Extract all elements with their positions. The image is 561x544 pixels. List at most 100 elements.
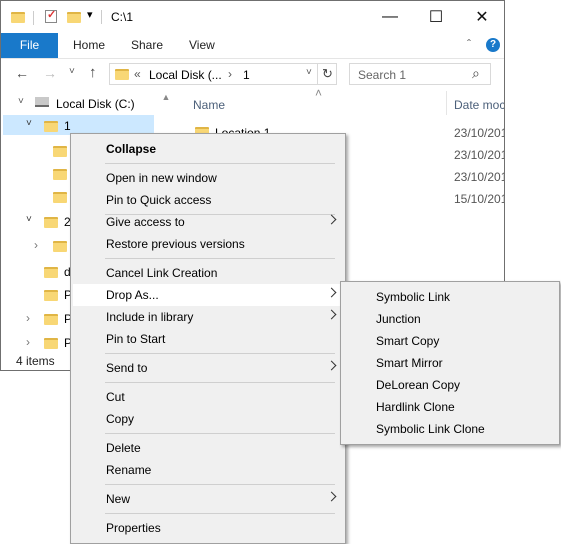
menu-item-send-to[interactable]: Send to: [73, 357, 343, 379]
submenu-item-symbolic-link[interactable]: Symbolic Link: [343, 286, 557, 308]
chevron-right-icon[interactable]: ›: [26, 311, 30, 325]
chevron-right-icon: [326, 360, 337, 371]
folder-icon: [44, 290, 58, 301]
folder-icon: [53, 146, 67, 157]
close-button[interactable]: ✕: [459, 1, 504, 33]
navigation-bar: ← → ˅ ↑ « Local Disk (... › 1 ˅ ↻ Search…: [1, 59, 504, 89]
chevron-right-icon: [326, 309, 337, 320]
menu-item-cancel-link-creation[interactable]: Cancel Link Creation: [73, 262, 343, 284]
menu-separator: [105, 382, 335, 383]
back-button[interactable]: ←: [15, 65, 29, 81]
menu-item-restore-versions[interactable]: Restore previous versions: [73, 233, 343, 255]
tab-share[interactable]: Share: [131, 33, 163, 58]
chevron-right-icon: [326, 214, 337, 225]
divider: [101, 10, 102, 24]
expand-icon[interactable]: ˅: [18, 96, 24, 107]
recent-locations-button[interactable]: ˅: [69, 66, 75, 77]
column-header-name[interactable]: Name: [193, 98, 225, 112]
menu-item-pin-start[interactable]: Pin to Start: [73, 328, 343, 350]
tree-item-1[interactable]: 1: [64, 119, 71, 133]
menu-separator: [105, 163, 335, 164]
tab-home[interactable]: Home: [73, 33, 105, 58]
menu-separator: [105, 433, 335, 434]
expand-icon[interactable]: ˅: [26, 118, 32, 129]
menu-item-rename[interactable]: Rename: [73, 459, 343, 481]
menu-item-collapse[interactable]: Collapse: [73, 138, 343, 160]
menu-item-cut[interactable]: Cut: [73, 386, 343, 408]
submenu-item-delorean-copy[interactable]: DeLorean Copy: [343, 374, 557, 396]
customize-toolbar-icon[interactable]: ▾: [87, 8, 93, 21]
folder-icon: [44, 338, 58, 349]
menu-item-include-library[interactable]: Include in library: [73, 306, 343, 328]
tab-file[interactable]: File: [1, 33, 58, 58]
folder-icon: [44, 314, 58, 325]
address-bar[interactable]: « Local Disk (... › 1 ˅ ↻: [109, 63, 337, 85]
submenu-item-symbolic-link-clone[interactable]: Symbolic Link Clone: [343, 418, 557, 440]
sort-ascending-icon: ˄: [315, 86, 323, 100]
window-title: C:\1: [111, 10, 134, 24]
address-part[interactable]: 1: [243, 68, 250, 82]
file-date: 15/10/201: [454, 192, 505, 206]
tab-view[interactable]: View: [189, 33, 215, 58]
drop-as-submenu: Symbolic Link Junction Smart Copy Smart …: [340, 281, 560, 445]
file-date: 23/10/201: [454, 148, 505, 162]
address-overflow-icon[interactable]: «: [134, 67, 141, 81]
tree-item-local-disk[interactable]: Local Disk (C:): [56, 97, 135, 111]
menu-item-label: Drop As...: [106, 288, 159, 302]
chevron-right-icon: [326, 491, 337, 502]
chevron-right-icon: [326, 287, 337, 298]
folder-icon: [53, 169, 67, 180]
folder-icon: [44, 217, 58, 228]
menu-item-open-new-window[interactable]: Open in new window: [73, 167, 343, 189]
ribbon: File Home Share View ˆ ?: [1, 33, 504, 59]
menu-item-copy[interactable]: Copy: [73, 408, 343, 430]
menu-item-delete[interactable]: Delete: [73, 437, 343, 459]
menu-item-drop-as[interactable]: Drop As...: [73, 284, 343, 306]
folder-icon: [53, 192, 67, 203]
menu-item-label: Send to: [106, 361, 148, 375]
search-input[interactable]: Search 1: [358, 68, 406, 82]
folder-icon: [11, 12, 25, 23]
menu-separator: [105, 353, 335, 354]
column-header-date[interactable]: Date moc: [454, 98, 504, 112]
new-folder-icon[interactable]: [67, 12, 81, 23]
context-menu: Collapse Open in new window Pin to Quick…: [70, 133, 346, 544]
file-date: 23/10/201: [454, 126, 505, 140]
scroll-up-icon[interactable]: ▲: [161, 92, 171, 106]
menu-item-properties[interactable]: Properties: [73, 517, 343, 539]
address-part[interactable]: Local Disk (...: [149, 68, 222, 82]
chevron-right-icon[interactable]: ›: [34, 238, 38, 252]
chevron-down-icon[interactable]: ˅: [306, 67, 312, 78]
search-icon[interactable]: ⌕: [472, 65, 480, 82]
help-icon[interactable]: ?: [486, 38, 500, 52]
title-bar: ✓ ▾ C:\1 — ☐ ✕: [1, 1, 504, 33]
submenu-item-smart-mirror[interactable]: Smart Mirror: [343, 352, 557, 374]
chevron-right-icon[interactable]: ›: [228, 67, 232, 81]
status-item-count: 4 items: [16, 354, 55, 368]
maximize-button[interactable]: ☐: [413, 1, 459, 33]
link-folder-icon: [53, 241, 67, 252]
submenu-item-smart-copy[interactable]: Smart Copy: [343, 330, 557, 352]
collapse-ribbon-icon[interactable]: ˆ: [467, 37, 471, 51]
refresh-icon[interactable]: ↻: [322, 66, 333, 82]
up-button[interactable]: ↑: [89, 64, 97, 81]
search-box[interactable]: Search 1 ⌕: [349, 63, 491, 85]
properties-icon[interactable]: ✓: [45, 9, 57, 23]
menu-item-new[interactable]: New: [73, 488, 343, 510]
menu-item-label: Give access to: [106, 215, 185, 229]
chevron-right-icon[interactable]: ›: [26, 335, 30, 349]
expand-icon[interactable]: ˅: [26, 214, 32, 225]
submenu-item-junction[interactable]: Junction: [343, 308, 557, 330]
menu-item-pin-quick-access[interactable]: Pin to Quick access: [73, 189, 343, 211]
menu-item-label: New: [106, 492, 131, 506]
column-divider[interactable]: [446, 91, 447, 115]
menu-separator: [105, 513, 335, 514]
folder-icon: [115, 69, 129, 80]
menu-separator: [105, 484, 335, 485]
folder-icon: [44, 121, 58, 132]
menu-item-give-access[interactable]: Give access to: [73, 211, 343, 233]
minimize-button[interactable]: —: [367, 1, 413, 33]
forward-button[interactable]: →: [43, 65, 57, 81]
submenu-item-hardlink-clone[interactable]: Hardlink Clone: [343, 396, 557, 418]
folder-icon: [44, 267, 58, 278]
